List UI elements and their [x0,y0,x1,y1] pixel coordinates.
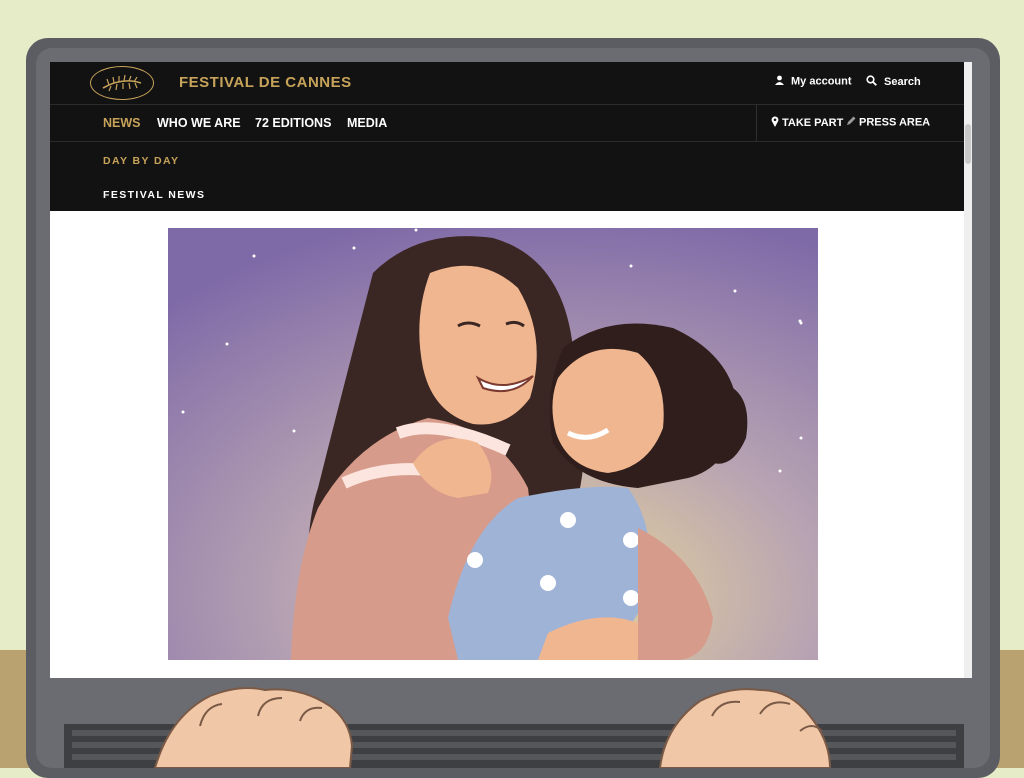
take-part-link[interactable]: TAKE PART [771,116,843,130]
nav-item-news[interactable]: NEWS [103,116,141,130]
search-icon [866,75,877,89]
take-part-label: TAKE PART [782,116,844,129]
news-submenu: DAY BY DAY FESTIVAL NEWS [50,142,964,211]
site-title[interactable]: FESTIVAL DE CANNES [179,74,352,91]
site-header: FESTIVAL DE CANNES My account Search [50,62,964,105]
festival-logo[interactable] [90,66,154,100]
vertical-scrollbar[interactable] [964,62,972,678]
browser-viewport: FESTIVAL DE CANNES My account Search NEW… [50,62,972,678]
article-illustration [168,228,818,660]
my-account-label: My account [791,75,852,88]
user-icon [775,75,784,88]
typing-hands [153,687,832,768]
my-account-link[interactable]: My account [775,75,852,88]
nav-item-media[interactable]: MEDIA [347,116,387,130]
location-pin-icon [771,116,779,130]
nav-item-72-editions[interactable]: 72 EDITIONS [255,116,331,130]
pencil-icon [846,116,856,129]
search-label: Search [884,75,921,88]
press-area-link[interactable]: PRESS AREA [846,116,930,129]
submenu-item-festival-news[interactable]: FESTIVAL NEWS [103,189,205,201]
submenu-item-day-by-day[interactable]: DAY BY DAY [103,155,179,167]
search-link[interactable]: Search [866,75,921,89]
scrollbar-thumb[interactable] [965,124,971,164]
palm-leaf-icon [102,74,142,92]
nav-divider [756,105,757,141]
main-navigation: NEWS WHO WE ARE 72 EDITIONS MEDIA TAKE P… [50,105,964,142]
nav-item-who-we-are[interactable]: WHO WE ARE [157,116,241,130]
press-area-label: PRESS AREA [859,116,931,129]
